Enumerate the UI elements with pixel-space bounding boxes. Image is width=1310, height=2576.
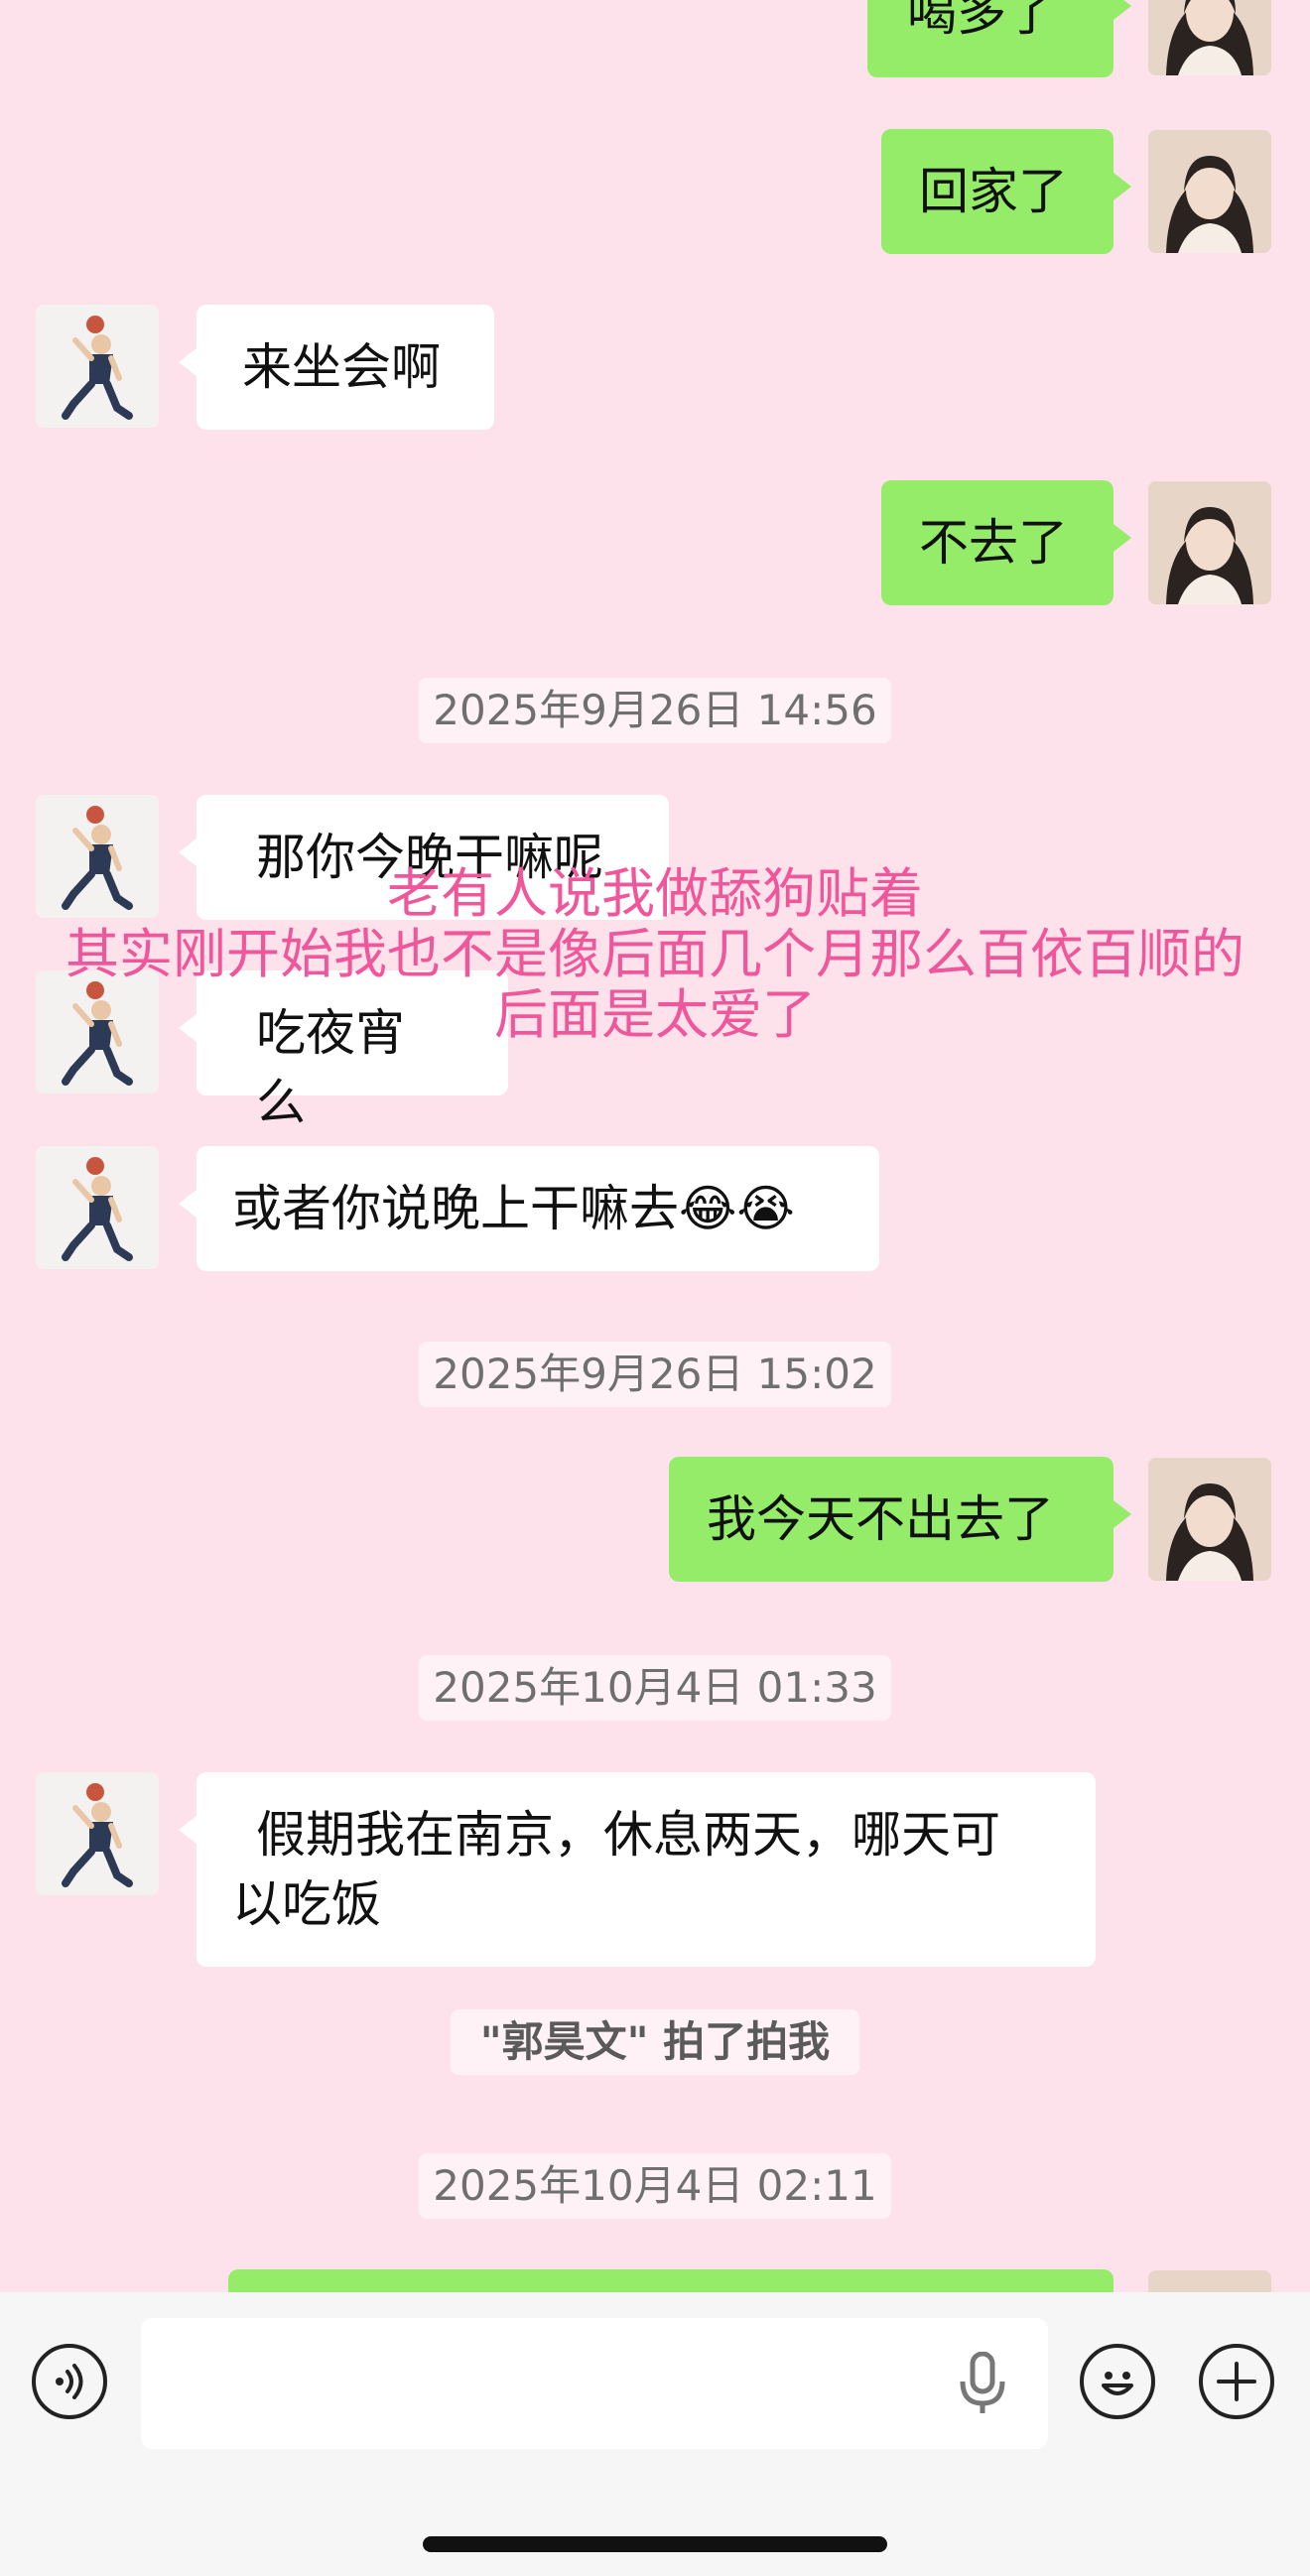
message-text: 不去了 [919, 514, 1068, 572]
bubble-tail [1114, 0, 1131, 20]
timestamp: 2025年9月26日 14:56 [0, 678, 1310, 743]
bubble-tail [179, 1816, 196, 1844]
message-bubble-sent[interactable]: 我今天不出去了 [669, 1457, 1131, 1582]
pat-notice: "郭昊文" 拍了拍我 [0, 2009, 1310, 2075]
bubble-tail [179, 348, 196, 376]
message-text: 回家了 [919, 163, 1068, 220]
pat-notice-text: "郭昊文" 拍了拍我 [450, 2009, 860, 2075]
peer-avatar[interactable] [36, 1146, 159, 1269]
timestamp: 2025年9月26日 15:02 [0, 1342, 1310, 1407]
my-avatar[interactable] [1148, 0, 1271, 75]
message-bubble-sent[interactable]: 喝多了 [867, 0, 1131, 77]
peer-avatar[interactable] [36, 305, 159, 428]
my-avatar[interactable] [1148, 481, 1271, 604]
bubble-tail [1114, 1500, 1131, 1528]
message-bubble-sent[interactable]: 不去了 [881, 480, 1131, 605]
my-avatar[interactable] [1148, 1458, 1271, 1581]
more-button[interactable] [1199, 2344, 1274, 2419]
plus-icon [1217, 2362, 1256, 2401]
timestamp-text: 2025年10月4日 02:11 [419, 2153, 891, 2219]
overlay-caption-line: 后面是太爱了 [494, 983, 816, 1046]
chat-area[interactable]: 喝多了 回家了 来坐会啊 不去了 2025年9月26日 14:56 那你今晚干嘛… [0, 0, 1310, 2292]
my-avatar[interactable] [1148, 2270, 1271, 2292]
message-bubble-received[interactable]: 假期我在南京，休息两天，哪天可 以吃饭 [179, 1772, 1096, 1967]
peer-avatar[interactable] [36, 1772, 159, 1895]
message-text-line: 假期我在南京，休息两天，哪天可 [256, 1806, 1000, 1864]
bubble-tail [179, 838, 196, 866]
timestamp-text: 2025年10月4日 01:33 [419, 1655, 891, 1721]
bubble-tail [179, 1190, 196, 1218]
message-text: 喝多了 [907, 0, 1056, 42]
bubble-tail [1114, 524, 1131, 552]
message-text-line: 以吃饭 [232, 1875, 381, 1933]
message-bubble-sent[interactable] [228, 2269, 1114, 2292]
microphone-icon[interactable] [955, 2352, 1010, 2415]
home-indicator[interactable] [423, 2536, 887, 2552]
voice-toggle-icon [56, 2364, 83, 2399]
message-text: 来坐会啊 [242, 338, 441, 396]
voice-toggle-button[interactable] [32, 2344, 107, 2419]
my-avatar[interactable] [1148, 130, 1271, 253]
timestamp: 2025年10月4日 02:11 [0, 2153, 1310, 2219]
overlay-caption-line: 老有人说我做舔狗贴着 [387, 862, 923, 925]
message-bubble-received[interactable]: 来坐会啊 [179, 305, 494, 430]
emoji-icon [1102, 2372, 1133, 2395]
timestamp-text: 2025年9月26日 14:56 [419, 678, 891, 743]
message-text: 我今天不出去了 [707, 1490, 1054, 1548]
emoji-button[interactable] [1080, 2344, 1155, 2419]
overlay-caption-line: 其实刚开始我也不是像后面几个月那么百依百顺的 [66, 923, 1244, 985]
bubble-tail [1114, 173, 1131, 200]
message-input[interactable] [141, 2318, 1048, 2449]
message-bubble-sent[interactable]: 回家了 [881, 129, 1131, 254]
message-bubble-received[interactable]: 或者你说晚上干嘛去😂😭 [179, 1146, 879, 1271]
timestamp: 2025年10月4日 01:33 [0, 1655, 1310, 1721]
timestamp-text: 2025年9月26日 15:02 [419, 1342, 891, 1407]
message-text: 或者你说晚上干嘛去😂😭 [232, 1180, 795, 1237]
